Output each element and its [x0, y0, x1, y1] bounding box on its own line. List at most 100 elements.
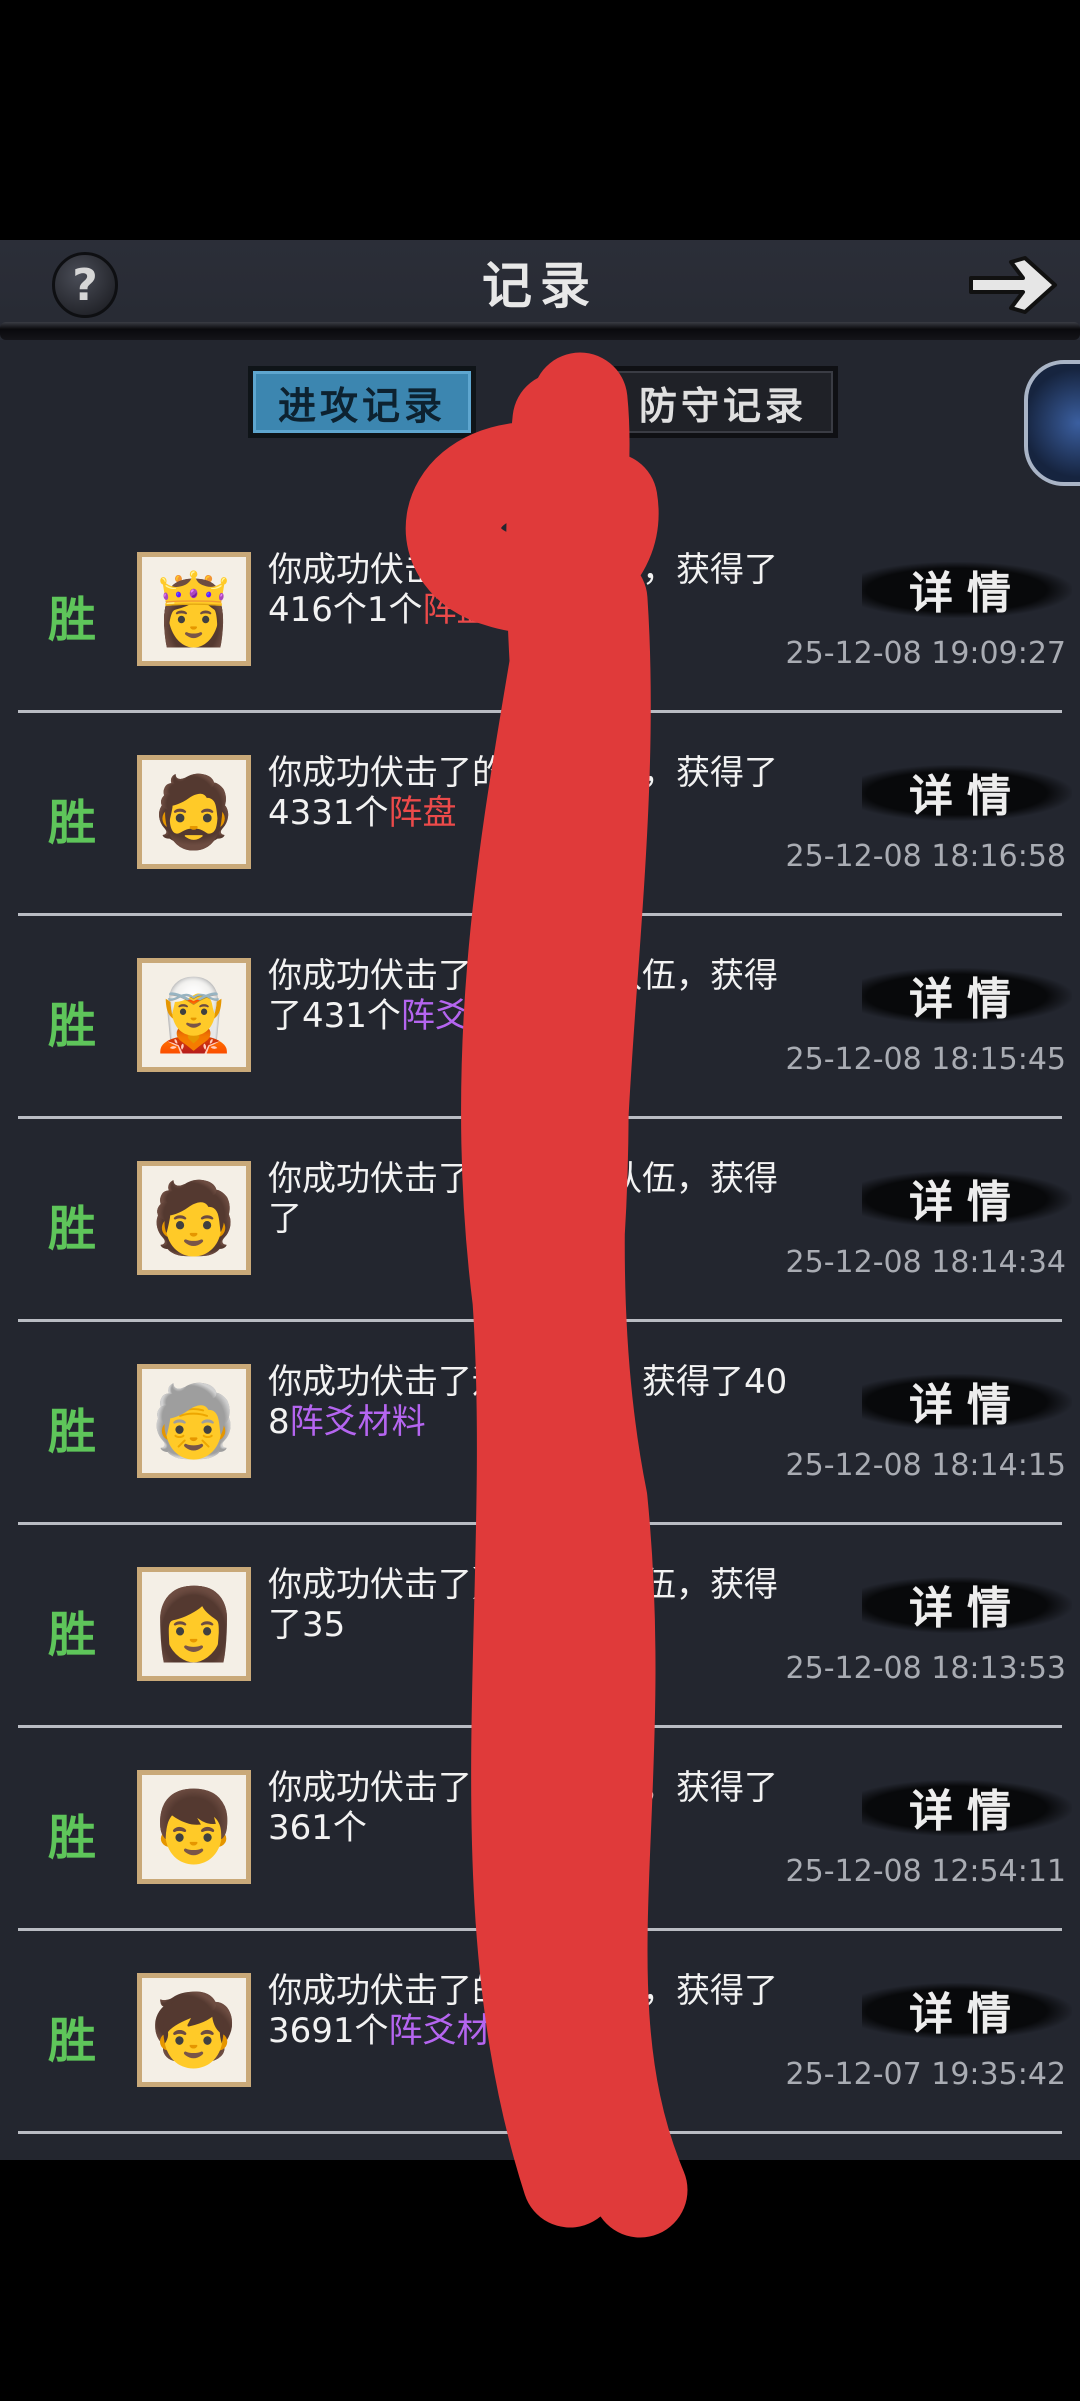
message-start: 你成功伏击了 [268, 1565, 472, 1605]
detail-button-label: 详情 [909, 1786, 1025, 1837]
detail-button[interactable]: 详情 [862, 960, 1072, 1030]
record-list: 胜 👸 你成功伏击了的运镖队伍，获得了416个1个阵盘 详情 25-12-08 … [0, 510, 1080, 2134]
record-message: 你成功伏击了】的运镖队伍，获得了 [268, 1159, 796, 1239]
message-start: 你成功伏击了 [268, 550, 472, 590]
message-line1-end: 】的运镖队 [472, 1565, 642, 1605]
opponent-avatar: 🧓 [137, 1364, 251, 1478]
detail-button[interactable]: 详情 [862, 1366, 1072, 1436]
message-line1-end: 的运镖队伍 [472, 753, 642, 793]
page-title: 记录 [482, 256, 598, 315]
result-label: 胜 [48, 1607, 97, 1663]
detail-button-label: 详情 [909, 974, 1025, 1025]
record-timestamp: 25-12-08 18:13:53 [785, 1651, 1066, 1686]
record-message: 你成功伏击了的运镖队伍，获得了361个 [268, 1768, 796, 1848]
record-timestamp: 25-12-08 12:54:11 [785, 1854, 1066, 1889]
opponent-avatar: 👸 [137, 552, 251, 666]
message-line1-end: 的运镖队伍 [472, 1768, 642, 1808]
message-start: 你成功伏击了 [268, 1971, 472, 2011]
record-message: 你成功伏击了】的运镖队伍，获得了431个阵爻材料 [268, 956, 796, 1036]
record-timestamp: 25-12-08 18:16:58 [785, 839, 1066, 874]
result-label: 胜 [48, 1201, 97, 1257]
record-message: 你成功伏击了运镖队伍，获得了408阵爻材料 [268, 1362, 796, 1442]
result-label: 胜 [48, 795, 97, 851]
record-message: 你成功伏击了的运镖队伍，获得了416个1个阵盘 [268, 550, 796, 630]
portrait-icon: 🧓 [150, 1379, 238, 1462]
result-label: 胜 [48, 1810, 97, 1866]
portrait-icon: 🧒 [150, 1988, 238, 2071]
portrait-icon: 👸 [150, 567, 238, 650]
record-message: 你成功伏击了的运镖队伍，获得了3691个阵爻材料 [268, 1971, 796, 2051]
side-book-icon[interactable] [1024, 360, 1080, 486]
portrait-icon: 👩 [150, 1582, 238, 1665]
records-panel: ? 记录 进攻记录 防守记录 胜 👸 你成功伏击了的运镖队伍，获得了416个1个… [0, 240, 1080, 2160]
detail-button-label: 详情 [909, 1583, 1025, 1634]
message-start: 你成功伏击了 [268, 1362, 472, 1402]
reward-item: 阵爻材料 [388, 2011, 525, 2051]
back-button[interactable] [965, 252, 1061, 318]
portrait-icon: 🧝 [150, 973, 238, 1056]
result-label: 胜 [48, 592, 97, 648]
reward-item: 阵爻材料 [289, 1402, 426, 1442]
result-label: 胜 [48, 998, 97, 1054]
record-row: 胜 🧔 你成功伏击了的运镖队伍，获得了4331个阵盘 详情 25-12-08 1… [0, 713, 1080, 916]
result-label: 胜 [48, 1404, 97, 1460]
record-timestamp: 25-12-08 19:09:27 [785, 636, 1066, 671]
detail-button[interactable]: 详情 [862, 1163, 1072, 1233]
detail-button[interactable]: 详情 [862, 1569, 1072, 1639]
result-label: 胜 [48, 2013, 97, 2069]
record-row: 胜 👦 你成功伏击了的运镖队伍，获得了361个 详情 25-12-08 12:5… [0, 1728, 1080, 1931]
message-start: 你成功伏击了 [268, 1768, 472, 1808]
opponent-avatar: 🧔 [137, 755, 251, 869]
detail-button-label: 详情 [909, 1380, 1025, 1431]
record-row: 胜 🧑 你成功伏击了】的运镖队伍，获得了 详情 25-12-08 18:14:3… [0, 1119, 1080, 1322]
reward-item: 阵盘 [422, 590, 491, 630]
detail-button-label: 详情 [909, 568, 1025, 619]
message-line2-end: 1个 [366, 590, 423, 630]
record-row: 胜 👸 你成功伏击了的运镖队伍，获得了416个1个阵盘 详情 25-12-08 … [0, 510, 1080, 713]
message-line1-end: 的运镖队 [472, 1971, 608, 2011]
reward-item: 阵盘 [388, 793, 457, 833]
record-row: 胜 🧓 你成功伏击了运镖队伍，获得了408阵爻材料 详情 25-12-08 18… [0, 1322, 1080, 1525]
message-start: 你成功伏击了 [268, 956, 472, 996]
message-line1-end: 运镖队伍 [472, 1362, 608, 1402]
opponent-avatar: 🧒 [137, 1973, 251, 2087]
record-message: 你成功伏击了】的运镖队伍，获得了35 [268, 1565, 796, 1645]
message-line2-end: 1个 [345, 996, 401, 1036]
opponent-avatar: 👩 [137, 1567, 251, 1681]
opponent-avatar: 👦 [137, 1770, 251, 1884]
detail-button-label: 详情 [909, 1177, 1025, 1228]
record-timestamp: 25-12-08 18:15:45 [785, 1042, 1066, 1077]
title-bar: ? 记录 [0, 240, 1080, 340]
detail-button-label: 详情 [909, 771, 1025, 822]
record-timestamp: 25-12-08 18:14:34 [785, 1245, 1066, 1280]
detail-button[interactable]: 详情 [862, 554, 1072, 624]
detail-button[interactable]: 详情 [862, 1975, 1072, 2045]
detail-button[interactable]: 详情 [862, 1772, 1072, 1842]
message-start: 你成功伏击了 [268, 1159, 472, 1199]
message-line2-end: 1个 [332, 793, 389, 833]
tab-defense-records[interactable]: 防守记录 [608, 366, 838, 438]
record-row: 胜 🧝 你成功伏击了】的运镖队伍，获得了431个阵爻材料 详情 25-12-08… [0, 916, 1080, 1119]
message-line2-end: 1个 [332, 2011, 389, 2051]
message-start: 你成功伏击了 [268, 753, 472, 793]
title-divider [0, 322, 1080, 340]
opponent-avatar: 🧝 [137, 958, 251, 1072]
record-row: 胜 👩 你成功伏击了】的运镖队伍，获得了35 详情 25-12-08 18:13… [0, 1525, 1080, 1728]
message-line1-end: 】的运镖队 [472, 956, 642, 996]
tab-attack-records[interactable]: 进攻记录 [248, 366, 476, 438]
portrait-icon: 🧔 [150, 770, 238, 853]
reward-item: 阵爻材料 [400, 996, 537, 1036]
record-row: 胜 🧒 你成功伏击了的运镖队伍，获得了3691个阵爻材料 详情 25-12-07… [0, 1931, 1080, 2134]
detail-button-label: 详情 [909, 1989, 1025, 2040]
message-line1-end: 的运镖队伍 [472, 550, 642, 590]
record-message: 你成功伏击了的运镖队伍，获得了4331个阵盘 [268, 753, 796, 833]
row-divider [18, 2131, 1062, 2134]
message-line1-end: 】的运镖 [472, 1159, 608, 1199]
detail-button[interactable]: 详情 [862, 757, 1072, 827]
record-timestamp: 25-12-07 19:35:42 [785, 2057, 1066, 2092]
portrait-icon: 🧑 [150, 1176, 238, 1259]
opponent-avatar: 🧑 [137, 1161, 251, 1275]
arrow-right-icon [969, 256, 1057, 314]
record-timestamp: 25-12-08 18:14:15 [785, 1448, 1066, 1483]
portrait-icon: 👦 [150, 1785, 238, 1868]
